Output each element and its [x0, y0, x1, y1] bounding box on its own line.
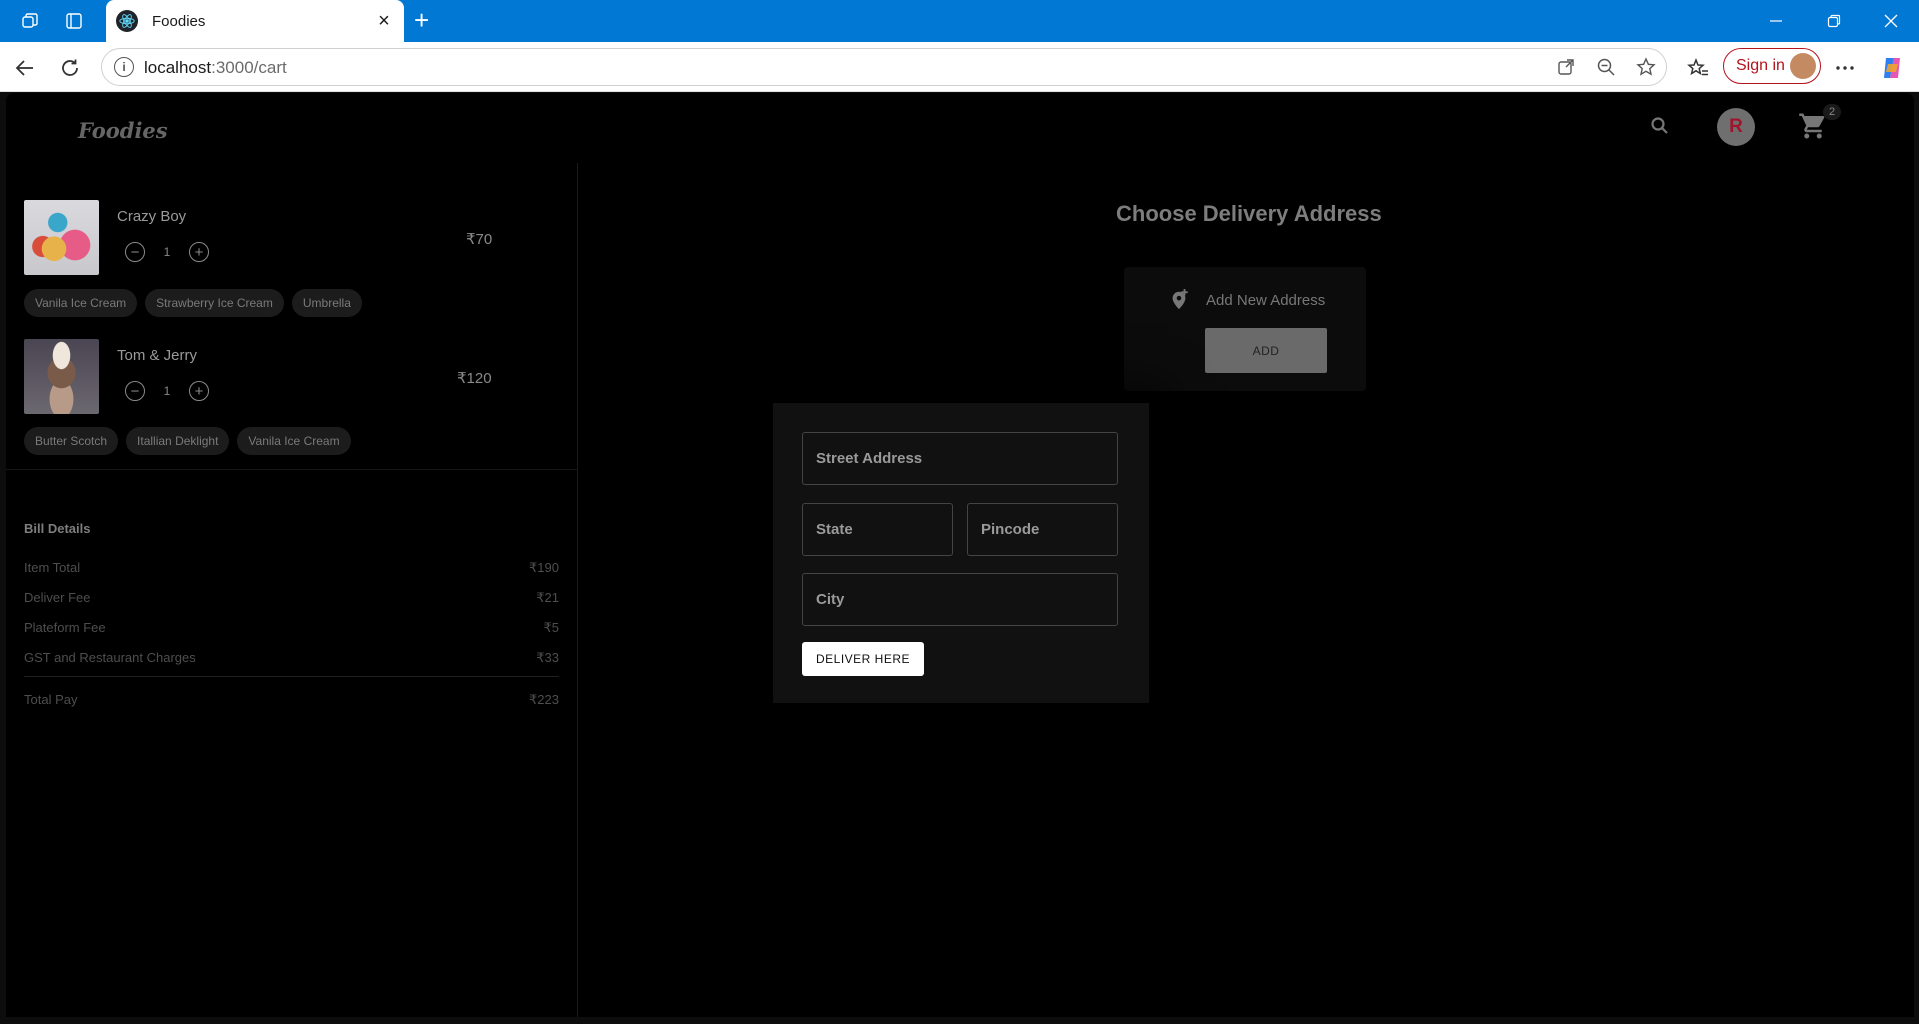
back-arrow-icon[interactable]: [11, 54, 39, 82]
user-avatar[interactable]: R: [1717, 108, 1755, 146]
bill-total-row: Total Pay ₹223: [24, 692, 559, 708]
open-in-app-icon[interactable]: [1552, 53, 1580, 81]
item-image: [24, 339, 99, 414]
cart-count-badge: 2: [1823, 104, 1841, 120]
delivery-title: Choose Delivery Address: [1116, 201, 1382, 226]
zoom-out-icon[interactable]: [1592, 53, 1620, 81]
copilot-icon[interactable]: [1878, 54, 1906, 82]
bill-divider: [24, 676, 559, 677]
street-address-field[interactable]: [802, 432, 1118, 485]
add-address-button[interactable]: ADD: [1205, 328, 1327, 373]
new-tab-button[interactable]: +: [414, 6, 429, 34]
workspaces-icon[interactable]: [17, 8, 43, 34]
close-window-icon[interactable]: [1878, 8, 1904, 34]
street-address-input[interactable]: [816, 450, 1104, 467]
pincode-input[interactable]: [981, 521, 1104, 538]
bill-row: GST and Restaurant Charges ₹33: [24, 650, 559, 666]
addon-chip[interactable]: Butter Scotch: [24, 427, 119, 455]
site-info-icon[interactable]: i: [114, 57, 134, 77]
decrease-quantity-button[interactable]: −: [125, 381, 145, 401]
pincode-field[interactable]: [967, 503, 1118, 556]
state-field[interactable]: [802, 503, 953, 556]
sign-in-label: Sign in: [1736, 57, 1785, 74]
sign-in-button[interactable]: Sign in: [1723, 48, 1821, 84]
bill-total-label: Total Pay: [24, 692, 78, 707]
tab-actions-icon[interactable]: [61, 8, 87, 34]
address-url: localhost:3000/cart: [144, 58, 287, 77]
addon-chip[interactable]: Vanila Ice Cream: [237, 427, 351, 455]
app-logo[interactable]: Foodies: [78, 118, 168, 143]
bill-row-value: ₹21: [536, 590, 559, 605]
address-bar[interactable]: i localhost:3000/cart: [101, 48, 1667, 86]
bill-row-value: ₹5: [543, 620, 559, 635]
bill-row-value: ₹33: [536, 650, 559, 665]
tab-foodies[interactable]: Foodies ×: [106, 0, 404, 42]
item-price: ₹70: [466, 231, 493, 248]
react-logo-icon: [116, 10, 138, 32]
addon-chip[interactable]: Itallian Deklight: [126, 427, 230, 455]
add-new-address-label: Add New Address: [1206, 292, 1326, 309]
quantity-stepper: − 1 +: [125, 242, 209, 262]
browser-toolbar: i localhost:3000/cart Sign in: [0, 42, 1919, 92]
tab-title: Foodies: [152, 12, 206, 30]
state-input[interactable]: [816, 521, 939, 538]
section-divider: [6, 469, 578, 470]
bill-row-label: Item Total: [24, 560, 81, 575]
minimize-icon[interactable]: [1763, 8, 1789, 34]
add-location-icon: [1168, 289, 1190, 311]
addon-chip[interactable]: Vanila Ice Cream: [24, 289, 138, 317]
bill-row: Plateform Fee ₹5: [24, 620, 559, 636]
search-icon[interactable]: [1649, 115, 1671, 137]
item-name: Tom & Jerry: [117, 347, 198, 364]
app-window: Foodies R 2 Crazy Boy − 1 + ₹70 Vanila I…: [6, 93, 1914, 1017]
quantity-value: 1: [163, 245, 171, 259]
addon-chips: Butter Scotch Itallian Deklight Vanila I…: [24, 427, 351, 455]
browser-tabstrip: Foodies × +: [0, 0, 1919, 42]
item-image: [24, 200, 99, 275]
bill-row: Deliver Fee ₹21: [24, 590, 559, 606]
bill-row-value: ₹190: [529, 560, 559, 575]
add-address-card: Add New Address ADD: [1124, 267, 1366, 391]
deliver-here-button[interactable]: DELIVER HERE: [802, 642, 924, 676]
city-field[interactable]: [802, 573, 1118, 626]
more-options-icon[interactable]: [1831, 54, 1859, 82]
favorite-star-icon[interactable]: [1632, 53, 1660, 81]
item-price: ₹120: [457, 370, 492, 387]
bill-row-label: Deliver Fee: [24, 590, 91, 605]
cart-panel: Crazy Boy − 1 + ₹70 Vanila Ice Cream Str…: [6, 163, 578, 1017]
addon-chips: Vanila Ice Cream Strawberry Ice Cream Um…: [24, 289, 362, 317]
item-name: Crazy Boy: [117, 208, 187, 225]
bill-row: Item Total ₹190: [24, 560, 559, 576]
addon-chip[interactable]: Strawberry Ice Cream: [145, 289, 284, 317]
city-input[interactable]: [816, 591, 1104, 608]
refresh-icon[interactable]: [56, 54, 84, 82]
quantity-value: 1: [163, 384, 171, 398]
bill-details-title: Bill Details: [24, 521, 91, 536]
quantity-stepper: − 1 +: [125, 381, 209, 401]
addon-chip[interactable]: Umbrella: [291, 289, 362, 317]
bill-row-label: GST and Restaurant Charges: [24, 650, 196, 665]
tab-close-icon[interactable]: ×: [374, 10, 394, 33]
favorites-icon[interactable]: [1684, 54, 1712, 82]
bill-total-value: ₹223: [529, 692, 559, 707]
bill-row-label: Plateform Fee: [24, 620, 106, 635]
increase-quantity-button[interactable]: +: [189, 242, 209, 262]
profile-avatar: [1790, 53, 1816, 79]
increase-quantity-button[interactable]: +: [189, 381, 209, 401]
address-form-modal: DELIVER HERE: [773, 403, 1149, 703]
decrease-quantity-button[interactable]: −: [125, 242, 145, 262]
restore-icon[interactable]: [1821, 8, 1847, 34]
